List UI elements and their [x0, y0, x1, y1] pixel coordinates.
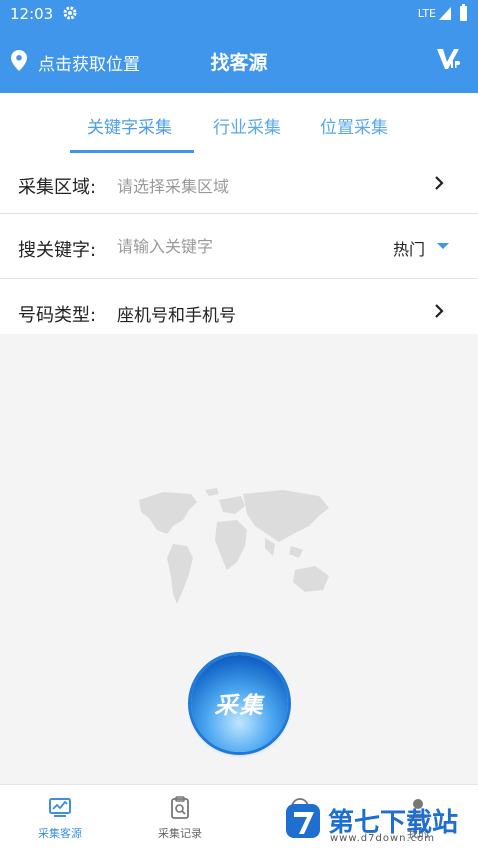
- signal-icon: [439, 7, 451, 20]
- region-select[interactable]: 请选择采集区域: [117, 173, 229, 197]
- vip-icon[interactable]: [436, 46, 462, 72]
- clipboard-search-icon: [171, 796, 189, 819]
- chevron-right-icon: [435, 304, 444, 318]
- collect-button-label: 采集: [214, 693, 265, 719]
- active-tab-indicator: [70, 150, 194, 153]
- monitor-chart-icon: [49, 798, 71, 817]
- nav-item-collect-records[interactable]: 采集记录: [120, 785, 240, 851]
- keyword-label: 搜关键字:: [18, 240, 97, 261]
- number-type-value: 座机号和手机号: [117, 306, 236, 326]
- keyword-row: 搜关键字: 请输入关键字 热门: [0, 214, 478, 279]
- number-type-label: 号码类型:: [18, 305, 97, 326]
- world-map-illustration: [139, 488, 329, 604]
- chevron-right-icon: [435, 176, 444, 190]
- status-bar: 12:03 LTE: [0, 0, 478, 28]
- keyword-input[interactable]: 请输入关键字: [117, 233, 213, 257]
- app-bar: 点击获取位置 找客源: [0, 28, 478, 93]
- collect-button[interactable]: 采集: [191, 655, 288, 752]
- page-title: 找客源: [210, 52, 268, 74]
- number-type-row[interactable]: 号码类型: 座机号和手机号: [0, 279, 478, 334]
- tab-industry-collect[interactable]: 行业采集: [213, 113, 281, 138]
- region-label: 采集区域:: [18, 177, 97, 198]
- nav-item-collect-customers[interactable]: 采集客源: [0, 785, 120, 851]
- region-row[interactable]: 采集区域: 请选择采集区域: [0, 155, 478, 214]
- nav-label: 采集记录: [158, 827, 202, 840]
- hot-keywords-dropdown[interactable]: 热门: [393, 236, 425, 260]
- watermark-url: www.d7down.com: [330, 833, 436, 844]
- caret-down-icon[interactable]: [437, 243, 449, 249]
- watermark-logo-icon: [286, 804, 320, 838]
- nav-label: 采集客源: [38, 827, 82, 840]
- tab-location-collect[interactable]: 位置采集: [320, 113, 388, 138]
- battery-icon: [460, 4, 467, 21]
- network-type: LTE: [417, 7, 436, 20]
- tab-keyword-collect[interactable]: 关键字采集: [87, 113, 172, 138]
- gear-icon: [63, 6, 77, 20]
- top-bar: 12:03 LTE 点击获取位置 找客源: [0, 0, 478, 93]
- status-time: 12:03: [10, 5, 54, 23]
- tab-bar: 关键字采集 行业采集 位置采集: [0, 93, 478, 155]
